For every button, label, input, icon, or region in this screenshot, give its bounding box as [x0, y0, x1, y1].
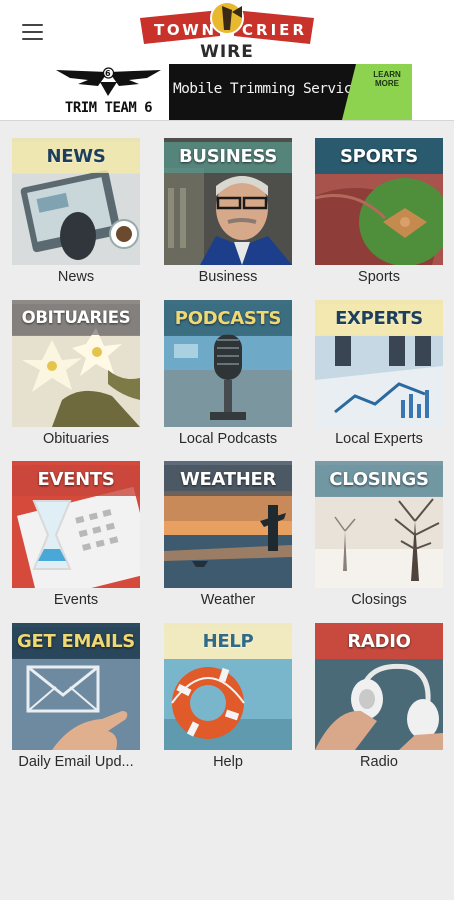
- obituaries-title: OBITUARIES: [21, 308, 131, 327]
- tile-business[interactable]: BUSINESS Business: [164, 138, 292, 288]
- tile-experts[interactable]: EXPERTS Local Experts: [315, 300, 443, 450]
- tile-podcasts[interactable]: PODCASTS Local Podcasts: [164, 300, 292, 450]
- closings-label: Closings: [351, 592, 407, 608]
- radio-title: RADIO: [347, 631, 411, 652]
- experts-image: EXPERTS: [315, 300, 443, 427]
- ad-headline-area: Mobile Trimming Services: [169, 64, 372, 120]
- wings-logo-icon: 6: [56, 67, 161, 96]
- help-title: HELP: [202, 631, 254, 652]
- logo-word-wire: WIRE: [200, 42, 254, 62]
- ad-banner[interactable]: 6 TRIM TEAM 6 Mobile Trimming Services L…: [48, 64, 412, 120]
- tile-weather[interactable]: WEATHER Weather: [164, 461, 292, 611]
- help-label: Help: [213, 754, 243, 770]
- tile-sports[interactable]: SPORTS Sports: [315, 138, 443, 288]
- tile-events[interactable]: EVENTS Events: [12, 461, 140, 611]
- news-label: News: [57, 269, 95, 285]
- help-image: HELP: [164, 623, 292, 750]
- business-title: BUSINESS: [178, 146, 278, 167]
- weather-title: WEATHER: [179, 469, 277, 490]
- sports-image: SPORTS: [315, 138, 443, 265]
- town-crier-wire-logo[interactable]: TOWN CRIER WIRE: [138, 0, 316, 62]
- events-label: Events: [53, 592, 99, 608]
- logo-word-crier: CRIER: [242, 21, 304, 39]
- events-title: EVENTS: [37, 469, 115, 490]
- ad-brand-name: TRIM TEAM 6: [64, 100, 153, 116]
- radio-label: Radio: [360, 754, 398, 770]
- emails-title: GET EMAILS: [17, 631, 135, 652]
- obituaries-image: OBITUARIES: [12, 300, 140, 427]
- tile-radio[interactable]: RADIO Radio: [315, 623, 443, 773]
- emails-label: Daily Email Upd...: [18, 754, 134, 770]
- business-image: BUSINESS: [164, 138, 292, 265]
- sports-label: Sports: [358, 269, 400, 285]
- app-header: TOWN CRIER WIRE 6 TRIM TEAM 6 Mobile Tri…: [0, 0, 454, 121]
- experts-title: EXPERTS: [335, 308, 423, 329]
- obituaries-label: Obituaries: [42, 431, 110, 447]
- weather-image: WEATHER: [164, 461, 292, 588]
- hamburger-menu-icon[interactable]: [18, 20, 48, 44]
- emails-image: GET EMAILS: [12, 623, 140, 750]
- news-title: NEWS: [46, 146, 106, 167]
- ad-brand-area: 6 TRIM TEAM 6: [48, 64, 169, 120]
- podcasts-image: PODCASTS: [164, 300, 292, 427]
- experts-label: Local Experts: [335, 431, 423, 447]
- business-label: Business: [198, 269, 258, 285]
- tile-help[interactable]: HELP Help: [164, 623, 292, 773]
- tile-closings[interactable]: CLOSINGS Closings: [315, 461, 443, 611]
- tile-obituaries[interactable]: OBITUARIES Obituaries: [12, 300, 140, 450]
- tile-get-emails[interactable]: GET EMAILS Daily Email Upd...: [12, 623, 140, 773]
- closings-title: CLOSINGS: [329, 469, 429, 490]
- weather-label: Weather: [200, 592, 256, 608]
- podcasts-label: Local Podcasts: [178, 431, 278, 447]
- logo-word-town: TOWN: [154, 21, 214, 39]
- podcasts-title: PODCASTS: [174, 308, 282, 329]
- tile-news[interactable]: NEWS News: [12, 138, 140, 288]
- svg-text:6: 6: [105, 69, 111, 78]
- ad-headline: Mobile Trimming Services: [172, 81, 369, 97]
- sports-title: SPORTS: [340, 146, 418, 167]
- radio-image: RADIO: [315, 623, 443, 750]
- events-image: EVENTS: [12, 461, 140, 588]
- ad-cta-text: LEARN MORE: [373, 70, 401, 88]
- closings-image: CLOSINGS: [315, 461, 443, 588]
- news-image: NEWS: [12, 138, 140, 265]
